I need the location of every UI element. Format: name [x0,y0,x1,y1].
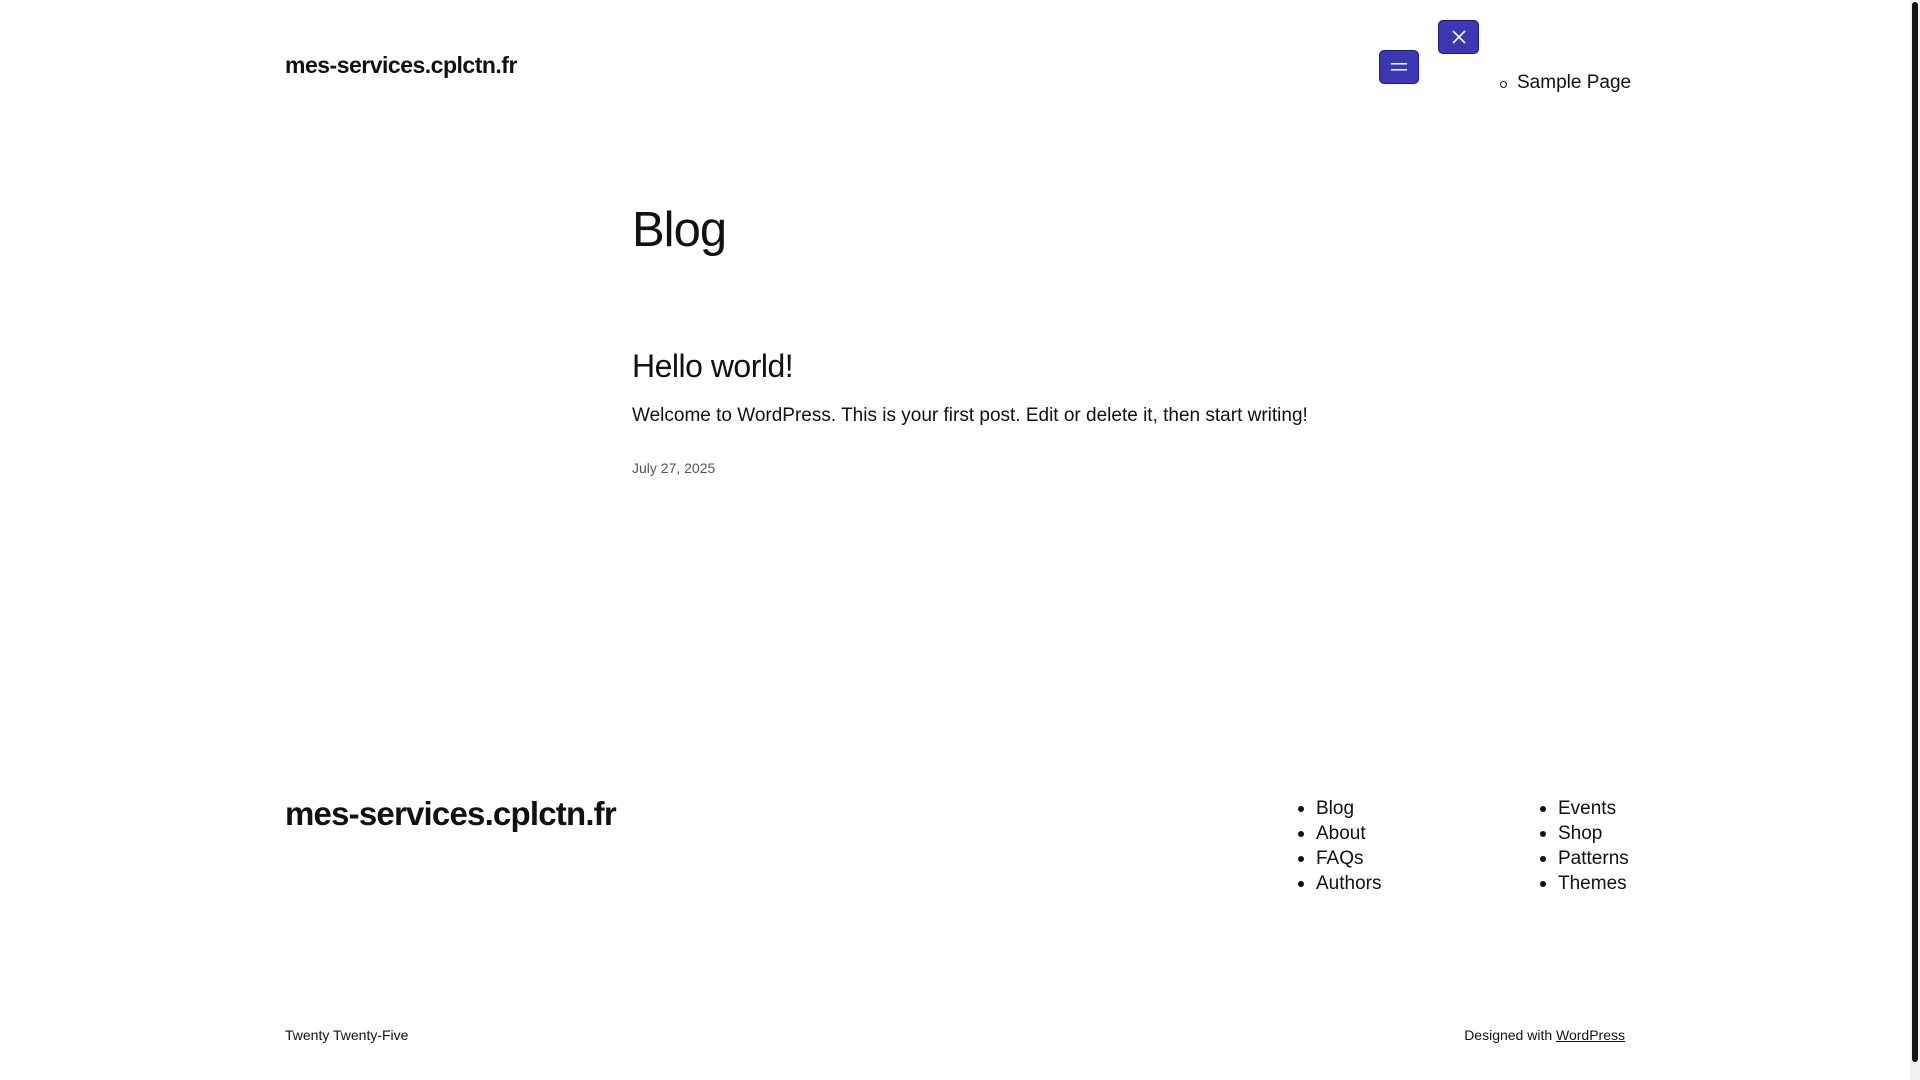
close-icon [1451,30,1466,44]
post-date: July 27, 2025 [632,460,716,476]
site-title[interactable]: mes-services.cplctn.fr [285,52,517,79]
footer-link-themes[interactable]: Themes [1540,871,1629,896]
hamburger-icon [1391,63,1407,71]
footer-link-label[interactable]: FAQs [1316,846,1364,871]
theme-credit: Twenty Twenty-Five [285,1027,409,1043]
page-title: Blog [632,203,727,257]
scrollbar-thumb[interactable] [1912,2,1918,1062]
footer-link-label[interactable]: Blog [1316,796,1354,821]
designed-with-credit: Designed with WordPress [1464,1027,1625,1043]
footer-link-label[interactable]: Events [1558,796,1616,821]
list-bullet [1540,880,1546,887]
footer-link-authors[interactable]: Authors [1298,871,1381,896]
footer-site-title[interactable]: mes-services.cplctn.fr [285,795,617,833]
nav-item-sample-page[interactable]: Sample Page [1500,72,1631,94]
list-bullet [1540,830,1546,837]
menu-close-button[interactable] [1438,20,1479,54]
footer-link-label[interactable]: Patterns [1558,846,1629,871]
header-navigation: Sample Page [1500,72,1631,94]
nav-bullet [1500,80,1507,88]
list-bullet [1298,855,1304,862]
page: mes-services.cplctn.fr Sample Page Blog … [0,0,1920,1080]
post-excerpt: Welcome to WordPress. This is your first… [632,405,1308,426]
footer-link-shop[interactable]: Shop [1540,821,1629,846]
footer-link-events[interactable]: Events [1540,796,1629,821]
list-bullet [1298,830,1304,837]
footer-link-label[interactable]: Authors [1316,871,1381,896]
post-title[interactable]: Hello world! [632,348,794,385]
vertical-scrollbar[interactable] [1910,0,1920,1080]
designed-with-prefix: Designed with [1464,1027,1553,1043]
footer-link-faqs[interactable]: FAQs [1298,846,1381,871]
footer-nav-column-1: Blog About FAQs Authors [1298,796,1381,896]
footer-nav-column-2: Events Shop Patterns Themes [1540,796,1629,896]
nav-item-label[interactable]: Sample Page [1517,72,1631,94]
footer-link-about[interactable]: About [1298,821,1381,846]
menu-open-button[interactable] [1379,50,1419,84]
list-bullet [1298,805,1304,812]
footer-link-label[interactable]: Themes [1558,871,1627,896]
list-bullet [1298,880,1304,887]
wordpress-link[interactable]: WordPress [1556,1027,1625,1043]
footer-link-blog[interactable]: Blog [1298,796,1381,821]
list-bullet [1540,805,1546,812]
footer-link-label[interactable]: About [1316,821,1366,846]
footer-link-patterns[interactable]: Patterns [1540,846,1629,871]
list-bullet [1540,855,1546,862]
footer-link-label[interactable]: Shop [1558,821,1602,846]
